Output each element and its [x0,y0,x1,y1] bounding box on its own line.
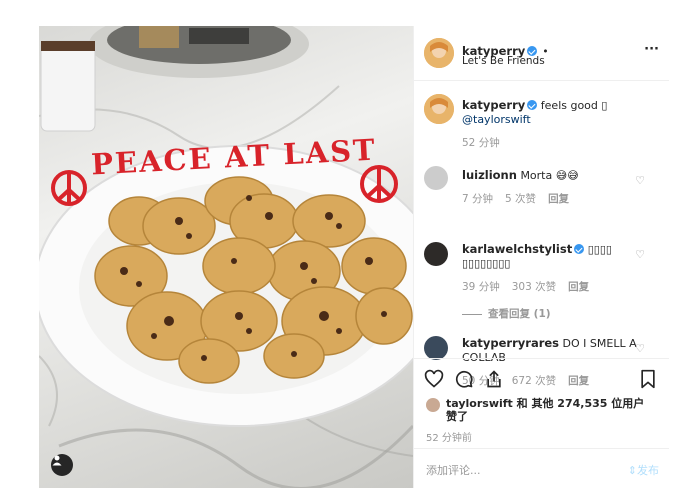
post-photo[interactable]: PEACE AT LAST [39,26,413,488]
instagram-post: PEACE AT LAST katyperry • Let's Be Frien… [39,26,669,488]
avatar[interactable] [424,38,454,68]
comments-section: katyperry feels good ▯ @taylorswift 52 分… [414,80,669,387]
add-comment-bar: 添加评论... ⇕发布 [414,448,669,489]
comment-like-heart-icon[interactable]: ♡ [635,174,645,187]
caption-avatar[interactable] [424,94,454,124]
comment-avatar[interactable] [424,336,448,360]
comment-like-heart-icon[interactable]: ♡ [635,248,645,261]
caption-username[interactable]: katyperry [462,98,525,112]
comment-icon[interactable] [454,369,474,393]
caption-time: 52 分钟 [462,137,500,149]
verified-icon [574,244,585,254]
comment-time: 7 分钟 [462,193,494,205]
comment-username[interactable]: karlawelchstylist [462,242,572,256]
more-options-button[interactable]: ··· [644,42,659,57]
comment-avatar[interactable] [424,166,448,190]
comment-input[interactable]: 添加评论... [426,462,481,478]
caption: katyperry feels good ▯ @taylorswift 52 分… [462,98,657,150]
comment-row: luizlionn Morta 😅😅 7 分钟 5 次赞 回复 [462,168,637,206]
action-bar: taylorswift 和 其他 274,535 位用户赞了 52 分钟前 添加… [414,358,669,489]
share-icon[interactable] [484,369,504,393]
post-header: katyperry • Let's Be Friends ··· [414,26,669,81]
cookie-plate-illustration [39,26,413,488]
post-timestamp: 52 分钟前 [426,433,472,444]
caption-text: feels good ▯ [540,99,608,112]
heart-icon[interactable] [424,369,444,393]
bookmark-icon[interactable] [639,369,657,393]
comment-username[interactable]: luizlionn [462,168,517,182]
comment-avatar[interactable] [424,242,448,266]
verified-icon [527,100,538,110]
post-comment-label: 发布 [637,464,659,477]
liker-avatar[interactable] [426,398,440,412]
divider [462,313,482,315]
comment-text: Morta 😅😅 [520,169,579,182]
comment-like-heart-icon[interactable]: ♡ [635,342,645,355]
comment-time: 39 分钟 [462,281,500,293]
header-subtitle[interactable]: Let's Be Friends [462,55,545,67]
comment-username[interactable]: katyperryrares [462,336,559,350]
tag-people-button[interactable] [51,454,73,476]
comment-likes[interactable]: 5 次赞 [505,193,536,205]
view-replies-button[interactable]: 查看回复 (1) [462,306,637,321]
liker-username[interactable]: taylorswift [446,397,513,410]
reply-button[interactable]: 回复 [568,281,589,293]
view-replies-label: 查看回复 (1) [488,308,551,320]
comment-likes[interactable]: 303 次赞 [512,281,556,293]
post-sidebar: katyperry • Let's Be Friends ··· katyper… [413,26,669,488]
post-comment-button[interactable]: ⇕发布 [628,462,659,478]
likes-summary[interactable]: taylorswift 和 其他 274,535 位用户赞了 [446,397,646,423]
caption-mention[interactable]: @taylorswift [462,113,531,126]
comment-row: karlawelchstylist ▯▯▯▯ ▯▯▯▯▯▯▯▯ 39 分钟 303… [462,242,637,321]
reply-button[interactable]: 回复 [548,193,569,205]
